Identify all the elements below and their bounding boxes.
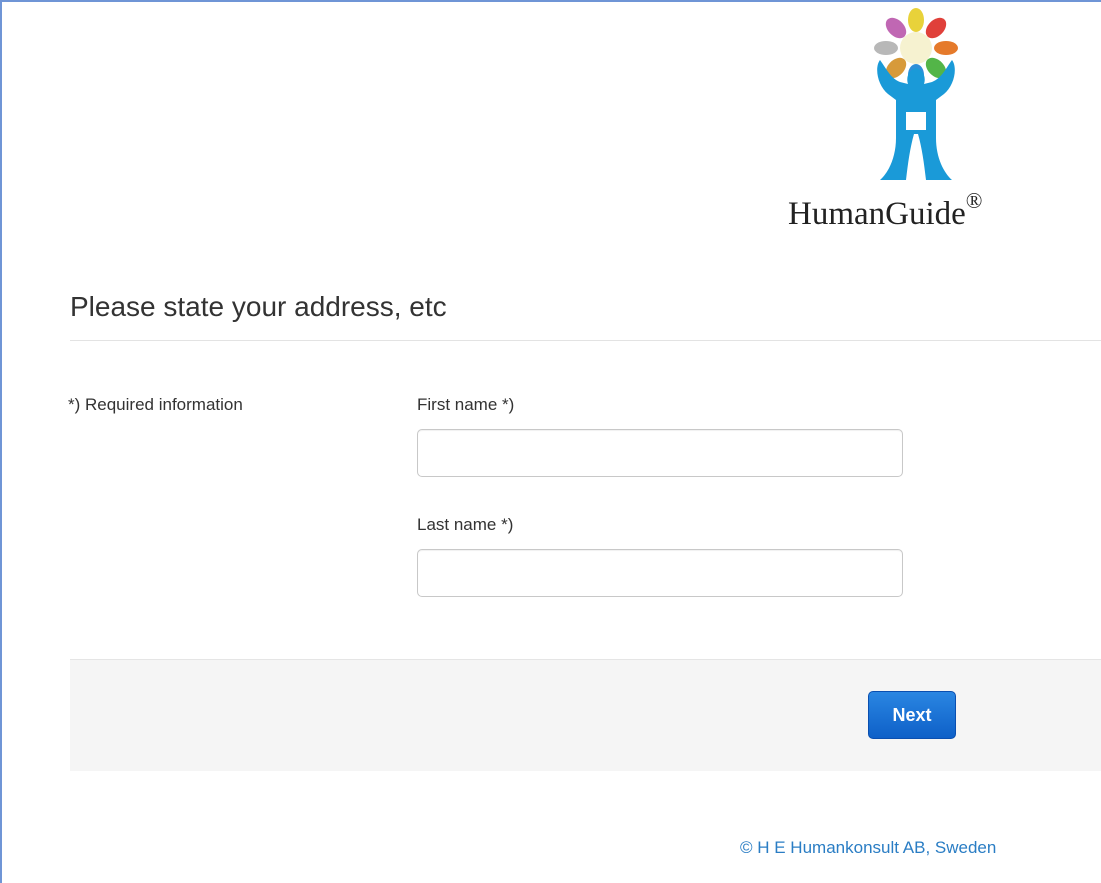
registered-mark: ®: [965, 188, 983, 213]
last-name-input[interactable]: [417, 549, 903, 597]
last-name-label: Last name *): [417, 515, 514, 534]
first-name-label: First name *): [417, 395, 515, 414]
copyright-notice: © H E Humankonsult AB, Sweden: [740, 838, 996, 858]
brand-name-text: HumanGuide: [788, 196, 966, 232]
brand-name: HumanGuide®: [788, 188, 983, 233]
first-name-input[interactable]: [417, 429, 903, 477]
copyright-link[interactable]: © H E Humankonsult AB, Sweden: [740, 838, 996, 857]
required-information-note: *) Required information: [68, 395, 243, 414]
humanguide-figure-logo-icon: [874, 8, 958, 180]
page-title: Please state your address, etc: [70, 291, 447, 322]
brand-logo: HumanGuide®: [782, 8, 1042, 243]
heading-divider: [70, 340, 1101, 341]
form-actions-bar: Next: [70, 659, 1101, 771]
next-button[interactable]: Next: [868, 691, 956, 739]
page-frame: HumanGuide® Please state your address, e…: [0, 0, 1101, 883]
